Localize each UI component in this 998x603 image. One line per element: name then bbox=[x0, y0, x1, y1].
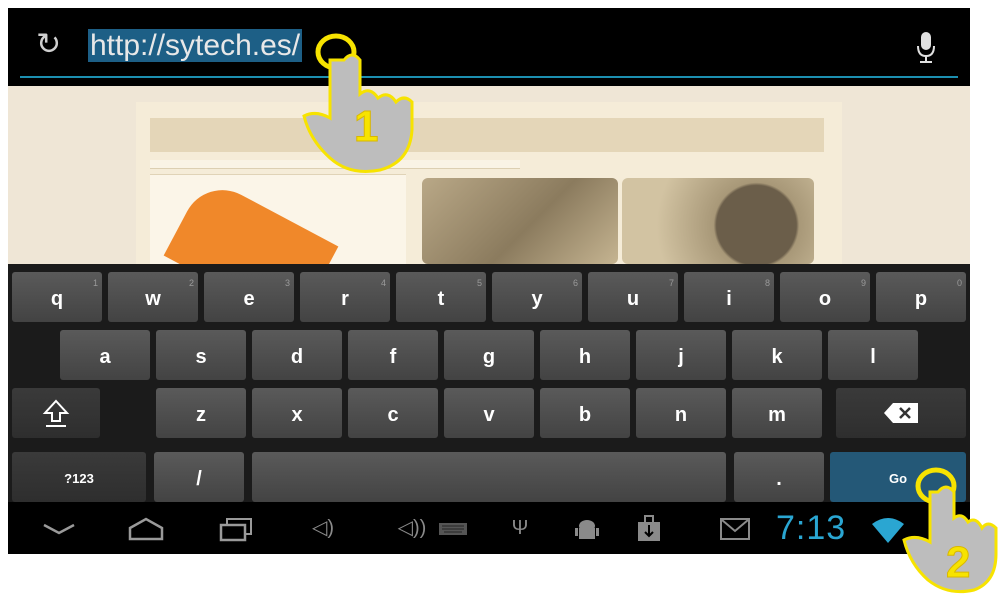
key-u[interactable]: u7 bbox=[588, 272, 678, 322]
download-icon bbox=[638, 515, 660, 541]
volume-down-icon[interactable]: ◁) bbox=[308, 502, 338, 554]
key-label: w bbox=[145, 288, 161, 310]
key-c[interactable]: c bbox=[348, 388, 438, 438]
key-h[interactable]: h bbox=[540, 330, 630, 380]
key-p[interactable]: p0 bbox=[876, 272, 966, 322]
soft-keyboard: q1w2e3r4t5y6u7i8o9p0 asdfghjkl zxcvbnm ?… bbox=[8, 264, 970, 502]
tablet-screen: ↻ http://sytech.es/ q1w2e3r4t5y6u7i8o9p0… bbox=[8, 8, 970, 554]
key-number-hint: 4 bbox=[380, 278, 386, 288]
key-number-hint: 6 bbox=[572, 278, 578, 288]
key-z[interactable]: z bbox=[156, 388, 246, 438]
key-label: y bbox=[531, 288, 543, 310]
device-photo bbox=[622, 178, 814, 264]
home-icon[interactable] bbox=[126, 516, 166, 542]
keypad-photo bbox=[422, 178, 618, 264]
key-number-hint: 3 bbox=[284, 278, 290, 288]
key-s[interactable]: s bbox=[156, 330, 246, 380]
symbols-key[interactable]: ?123 bbox=[12, 452, 146, 502]
key-number-hint: 7 bbox=[668, 278, 674, 288]
key-number-hint: 1 bbox=[92, 278, 98, 288]
period-key[interactable]: . bbox=[734, 452, 824, 502]
key-b[interactable]: b bbox=[540, 388, 630, 438]
key-t[interactable]: t5 bbox=[396, 272, 486, 322]
backspace-key[interactable] bbox=[836, 388, 966, 438]
webpage-layout bbox=[136, 102, 842, 326]
key-number-hint: 9 bbox=[860, 278, 866, 288]
url-selected-text: http://sytech.es/ bbox=[88, 29, 303, 62]
key-y[interactable]: y6 bbox=[492, 272, 582, 322]
hide-keyboard-icon[interactable] bbox=[42, 522, 76, 536]
shift-key[interactable] bbox=[12, 388, 100, 438]
recent-apps-icon[interactable] bbox=[218, 516, 254, 542]
key-label: t bbox=[437, 288, 445, 310]
key-label: e bbox=[243, 288, 255, 310]
key-j[interactable]: j bbox=[636, 330, 726, 380]
keyboard-icon bbox=[439, 523, 467, 535]
pointing-hand-icon bbox=[902, 467, 998, 594]
android-debug-icon bbox=[575, 520, 599, 539]
key-label: r bbox=[341, 288, 349, 310]
key-o[interactable]: o9 bbox=[780, 272, 870, 322]
key-number-hint: 8 bbox=[764, 278, 770, 288]
space-key[interactable] bbox=[252, 452, 726, 502]
step-number-1: 1 bbox=[353, 102, 379, 152]
key-number-hint: 5 bbox=[476, 278, 482, 288]
volume-up-icon[interactable]: ◁)) bbox=[394, 502, 430, 554]
shift-arrow-icon bbox=[42, 399, 70, 427]
address-bar-underline bbox=[20, 76, 958, 78]
address-bar: ↻ http://sytech.es/ bbox=[8, 8, 970, 86]
key-label: o bbox=[818, 288, 832, 310]
gmail-icon bbox=[720, 518, 750, 540]
key-g[interactable]: g bbox=[444, 330, 534, 380]
status-clock: 7:13 bbox=[776, 509, 847, 547]
usb-icon: Ψ bbox=[511, 517, 529, 539]
webpage-content[interactable] bbox=[8, 86, 970, 326]
key-label: q bbox=[50, 288, 64, 310]
key-label: i bbox=[726, 288, 732, 310]
key-m[interactable]: m bbox=[732, 388, 822, 438]
page-header-banner bbox=[150, 118, 824, 152]
key-i[interactable]: i8 bbox=[684, 272, 774, 322]
key-a[interactable]: a bbox=[60, 330, 150, 380]
key-r[interactable]: r4 bbox=[300, 272, 390, 322]
key-k[interactable]: k bbox=[732, 330, 822, 380]
backspace-icon bbox=[884, 403, 918, 423]
url-input[interactable]: http://sytech.es/ bbox=[88, 26, 303, 66]
microphone-icon[interactable] bbox=[914, 30, 938, 66]
key-n[interactable]: n bbox=[636, 388, 726, 438]
key-label: u bbox=[626, 288, 640, 310]
key-label: p bbox=[914, 288, 928, 310]
key-number-hint: 0 bbox=[956, 278, 962, 288]
key-v[interactable]: v bbox=[444, 388, 534, 438]
step-number-2: 2 bbox=[945, 538, 971, 588]
key-x[interactable]: x bbox=[252, 388, 342, 438]
key-e[interactable]: e3 bbox=[204, 272, 294, 322]
key-q[interactable]: q1 bbox=[12, 272, 102, 322]
system-navbar: ◁) ◁)) Ψ 7:13 bbox=[8, 502, 970, 554]
refresh-icon[interactable]: ↻ bbox=[36, 30, 66, 60]
tap-marker-1: 1 bbox=[290, 30, 430, 190]
key-number-hint: 2 bbox=[188, 278, 194, 288]
key-f[interactable]: f bbox=[348, 330, 438, 380]
key-d[interactable]: d bbox=[252, 330, 342, 380]
slash-key[interactable]: / bbox=[154, 452, 244, 502]
key-l[interactable]: l bbox=[828, 330, 918, 380]
key-w[interactable]: w2 bbox=[108, 272, 198, 322]
tap-marker-2: 2 bbox=[892, 458, 998, 598]
